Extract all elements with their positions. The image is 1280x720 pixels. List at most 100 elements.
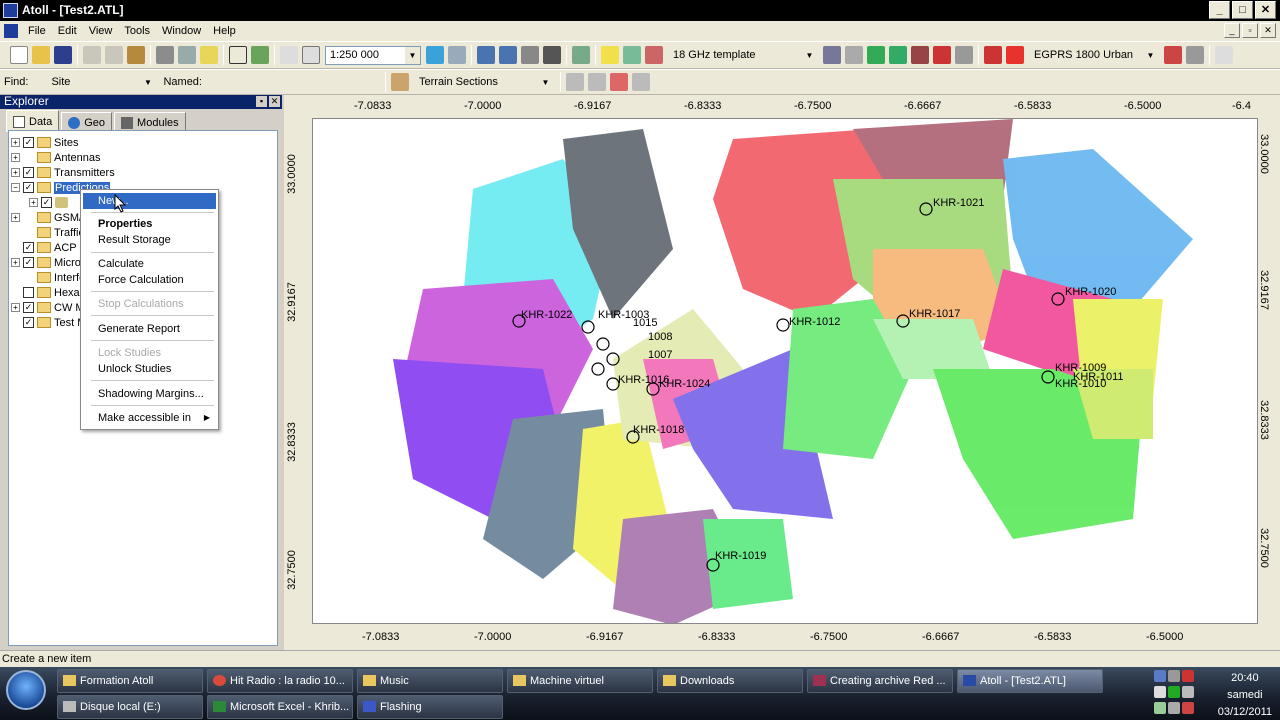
tree-item-sites[interactable]: + ✓ Sites	[11, 135, 78, 150]
comment-icon[interactable]	[601, 46, 619, 64]
doc-restore-button[interactable]: ▫	[1242, 23, 1258, 38]
menu-help[interactable]: Help	[207, 25, 242, 37]
add-icon[interactable]	[1215, 46, 1233, 64]
menu-item-generate-report[interactable]: Generate Report	[83, 321, 216, 337]
paste-icon[interactable]	[127, 46, 145, 64]
task-downloads[interactable]: Downloads	[657, 669, 803, 693]
clock[interactable]: 20:40 samedi 03/12/2011	[1218, 670, 1272, 720]
delete-tool-icon[interactable]	[632, 73, 650, 91]
eraser-icon[interactable]	[955, 46, 973, 64]
task-music[interactable]: Music	[357, 669, 503, 693]
color-icon[interactable]	[1006, 46, 1024, 64]
menu-edit[interactable]: Edit	[52, 25, 83, 37]
doc-minimize-button[interactable]: _	[1224, 23, 1240, 38]
explorer-close-icon[interactable]: ✕	[269, 96, 280, 107]
doc-close-button[interactable]: ✕	[1260, 23, 1276, 38]
network-combo[interactable]: EGPRS 1800 Urban ▼	[1029, 45, 1159, 65]
coverage-map[interactable]: KHR-1021 KHR-1020 KHR-1022 KHR-1003 1015…	[312, 118, 1258, 624]
menu-item-make-accessible[interactable]: Make accessible in ▶	[83, 410, 216, 426]
task-formation-atoll[interactable]: Formation Atoll	[57, 669, 203, 693]
checkbox[interactable]: ✓	[41, 197, 52, 208]
task-disque-local[interactable]: Disque local (E:)	[57, 695, 203, 719]
task-creating-archive[interactable]: Creating archive Red ...	[807, 669, 953, 693]
link-tool-icon[interactable]	[823, 46, 841, 64]
find-combo[interactable]: Site ▼	[46, 72, 157, 92]
tray-app-icon[interactable]	[1182, 670, 1194, 682]
monitor-icon[interactable]	[1168, 670, 1180, 682]
network-icon[interactable]	[984, 46, 1002, 64]
transmitter-tool-icon[interactable]	[867, 46, 885, 64]
expand-icon[interactable]: +	[11, 168, 20, 177]
menu-view[interactable]: View	[83, 25, 119, 37]
print-icon[interactable]	[156, 46, 174, 64]
zoom-icon[interactable]	[499, 46, 517, 64]
checkbox[interactable]: ✓	[23, 137, 34, 148]
pan-hand-icon[interactable]	[302, 46, 320, 64]
collapse-icon[interactable]: −	[11, 183, 20, 192]
task-machine-virtuel[interactable]: Machine virtuel	[507, 669, 653, 693]
menu-item-unlock-studies[interactable]: Unlock Studies	[83, 361, 216, 377]
menu-item-calculate[interactable]: Calculate	[83, 256, 216, 272]
tab-modules[interactable]: Modules	[114, 112, 186, 132]
cut-icon[interactable]	[83, 46, 101, 64]
expand-icon[interactable]: +	[11, 213, 20, 222]
play-icon[interactable]	[1168, 686, 1180, 698]
antenna-icon[interactable]	[543, 46, 561, 64]
tab-data[interactable]: Data	[6, 110, 60, 132]
point-tool-icon[interactable]	[610, 73, 628, 91]
edit-polygon-icon[interactable]	[588, 73, 606, 91]
tools-icon[interactable]	[1186, 46, 1204, 64]
tray-icon[interactable]	[1168, 702, 1180, 714]
zoom-extent-icon[interactable]	[477, 46, 495, 64]
expand-icon[interactable]: +	[11, 258, 20, 267]
chart-icon[interactable]	[572, 46, 590, 64]
volume-icon[interactable]	[1182, 686, 1194, 698]
network-icon[interactable]	[1154, 670, 1166, 682]
refresh-icon[interactable]	[251, 46, 269, 64]
select-rect-icon[interactable]	[229, 46, 247, 64]
new-file-icon[interactable]	[10, 46, 28, 64]
menu-item-result-storage[interactable]: Result Storage	[83, 232, 216, 248]
pointer-icon[interactable]	[280, 46, 298, 64]
task-excel[interactable]: Microsoft Excel - Khrib...	[207, 695, 353, 719]
checkbox[interactable]: ✓	[23, 242, 34, 253]
task-hit-radio[interactable]: Hit Radio : la radio 10...	[207, 669, 353, 693]
menu-item-force-calculation[interactable]: Force Calculation	[83, 272, 216, 288]
minimize-button[interactable]: _	[1209, 1, 1230, 19]
maximize-button[interactable]: □	[1232, 1, 1253, 19]
battery-icon[interactable]	[1154, 702, 1166, 714]
task-atoll[interactable]: Atoll - [Test2.ATL]	[957, 669, 1103, 693]
expand-icon[interactable]: +	[11, 303, 20, 312]
menu-tools[interactable]: Tools	[118, 25, 156, 37]
graph-icon[interactable]	[645, 46, 663, 64]
menu-window[interactable]: Window	[156, 25, 207, 37]
save-icon[interactable]	[54, 46, 72, 64]
network-tree-icon[interactable]	[1164, 46, 1182, 64]
checkbox[interactable]	[23, 287, 34, 298]
template-combo[interactable]: 18 GHz template ▼	[668, 45, 818, 65]
vehicle-icon[interactable]	[889, 46, 907, 64]
named-input[interactable]	[209, 72, 379, 92]
terrain-icon[interactable]	[391, 73, 409, 91]
star-tool-icon[interactable]	[845, 46, 863, 64]
rotate-icon[interactable]	[911, 46, 929, 64]
expand-icon[interactable]: +	[29, 198, 38, 207]
tree-item-transmitters[interactable]: + ✓ Transmitters	[11, 165, 115, 180]
copy-icon[interactable]	[105, 46, 123, 64]
scale-combo[interactable]: 1:250 000 ▼	[325, 45, 421, 65]
expand-icon[interactable]: +	[11, 138, 20, 147]
tree-item-prediction-child[interactable]: + ✓	[29, 195, 68, 210]
tab-geo[interactable]: Geo	[61, 112, 113, 132]
menu-item-shadowing-margins[interactable]: Shadowing Margins...	[83, 386, 216, 402]
print-preview-icon[interactable]	[178, 46, 196, 64]
nodes-icon[interactable]	[933, 46, 951, 64]
forward-arrow-icon[interactable]	[448, 46, 466, 64]
task-flashing[interactable]: Flashing	[357, 695, 503, 719]
document-icon[interactable]	[4, 24, 18, 38]
explorer-pin-icon[interactable]: ▪	[256, 96, 267, 107]
close-button[interactable]: ✕	[1255, 1, 1276, 19]
checkbox[interactable]: ✓	[23, 257, 34, 268]
checkbox[interactable]: ✓	[23, 182, 34, 193]
expand-icon[interactable]: +	[11, 153, 20, 162]
zoom-window-icon[interactable]	[521, 46, 539, 64]
